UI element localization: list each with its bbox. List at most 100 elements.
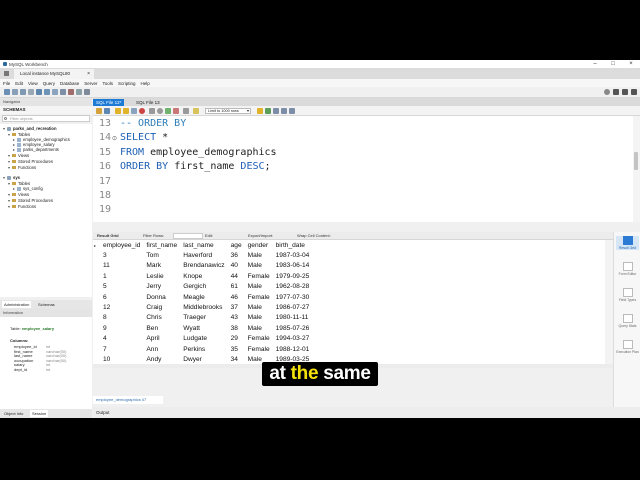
side-panel-item[interactable]: Query Stats [616,314,639,328]
result-grid[interactable]: ▸ employee_id first_name last_name age gende… [93,240,613,364]
table-cell[interactable]: Gergich [180,282,227,292]
tree-item[interactable]: ▸ sys_config [13,186,43,191]
side-panel-item[interactable]: Result Grid [616,236,639,250]
table-cell[interactable]: Leslie [143,271,180,281]
code-line[interactable]: SELECT * [120,132,168,143]
tab-administration[interactable]: Administration [2,301,32,308]
menu-tools[interactable]: Tools [103,81,114,86]
tree-item[interactable]: ▾ parks_and_recreation [3,126,57,131]
close-tab-icon[interactable]: × [87,69,90,79]
table-row[interactable]: 7 Ann Perkins 35 Female 1988-12-01 [100,344,312,354]
find-icon[interactable] [273,108,279,114]
home-icon[interactable] [4,71,9,76]
limit-rows-select[interactable]: Limit to 1000 rows ▾ [205,108,251,114]
search-table-icon[interactable] [76,89,82,95]
tab-schemas[interactable]: Schemas [36,301,57,308]
toggle-output-icon[interactable] [622,89,628,95]
table-cell[interactable]: 1988-12-01 [273,344,313,354]
check-icon[interactable] [265,108,271,114]
commit-icon[interactable] [165,108,171,114]
table-cell[interactable]: 6 [100,292,143,302]
table-cell[interactable]: Middlebrooks [180,302,227,312]
table-cell[interactable]: Female [245,271,273,281]
table-cell[interactable]: 61 [228,282,245,292]
side-panel-item[interactable]: Execution Plan [616,340,639,354]
editor-scroll-thumb[interactable] [634,152,638,170]
table-row[interactable]: 9 Ben Wyatt 38 Male 1985-07-26 [100,323,312,333]
table-cell[interactable]: 1985-07-26 [273,323,313,333]
menu-scripting[interactable]: Scripting [118,81,136,86]
table-cell[interactable]: Female [245,344,273,354]
table-cell[interactable]: Traeger [180,313,227,323]
table-cell[interactable]: Male [245,282,273,292]
code-line[interactable]: -- ORDER BY [120,118,186,129]
wrap-lines-icon[interactable] [289,108,295,114]
table-cell[interactable]: Mark [143,261,180,271]
open-script-icon[interactable] [20,89,26,95]
table-cell[interactable]: Chris [143,313,180,323]
execute-icon[interactable] [115,108,121,114]
table-cell[interactable]: 5 [100,282,143,292]
editor-scrollbar[interactable] [633,116,640,222]
table-cell[interactable]: 29 [228,334,245,344]
sql-editor[interactable]: 13 -- ORDER BY 14 ⊙ SELECT * 15 FROM employee_… [93,116,633,222]
table-cell[interactable]: Female [245,334,273,344]
table-row[interactable]: 11 Mark Brendanawicz 40 Male 1983-06-14 [100,261,312,271]
code-line[interactable]: FROM employee_demographics [120,147,277,158]
create-table-icon[interactable] [44,89,50,95]
minimize-button[interactable]: – [586,60,604,68]
table-cell[interactable]: Ludgate [180,334,227,344]
tab-object-info[interactable]: Object Info [2,410,25,417]
table-cell[interactable]: 37 [228,302,245,312]
menu-server[interactable]: Server [84,81,97,86]
table-cell[interactable]: 1977-07-30 [273,292,313,302]
table-cell[interactable]: 40 [228,261,245,271]
tree-item[interactable]: ▾ Stored Procedures [8,159,53,164]
open-file-icon[interactable] [96,108,102,114]
menu-database[interactable]: Database [60,81,79,86]
table-cell[interactable]: 8 [100,313,143,323]
table-cell[interactable]: 1980-11-11 [273,313,313,323]
table-cell[interactable]: 43 [228,313,245,323]
table-row[interactable]: 12 Craig Middlebrooks 37 Male 1986-07-27 [100,302,312,312]
table-row[interactable]: 3 Tom Haverford 36 Male 1987-03-04 [100,250,312,260]
table-cell[interactable]: 36 [228,250,245,260]
open-sql-icon[interactable] [12,89,18,95]
editor-results-splitter[interactable] [93,222,640,232]
column-header[interactable]: employee_id [100,240,143,250]
create-schema-icon[interactable] [36,89,42,95]
table-cell[interactable]: Male [245,261,273,271]
table-cell[interactable]: 46 [228,292,245,302]
table-cell[interactable]: 35 [228,344,245,354]
table-cell[interactable]: Knope [180,271,227,281]
tab-sql-file-12[interactable]: SQL File 12* [93,99,125,106]
table-cell[interactable]: 4 [100,334,143,344]
column-header[interactable]: birth_date [273,240,313,250]
tree-item[interactable]: ▾ Stored Procedures [8,198,53,203]
toggle-limit-icon[interactable] [183,108,189,114]
toggle-sidebar-icon[interactable] [613,89,619,95]
table-cell[interactable]: Meagle [180,292,227,302]
tab-sql-file-13[interactable]: SQL File 13 [133,99,163,106]
table-cell[interactable]: 1 [100,271,143,281]
connection-tab[interactable]: Local instance MySQL80 × [14,69,94,79]
tree-item[interactable]: ▾ Views [8,192,29,197]
schema-inspector-icon[interactable] [28,89,34,95]
settings-icon[interactable] [604,89,610,95]
table-cell[interactable]: Craig [143,302,180,312]
tree-item[interactable]: ▾ Functions [8,204,36,209]
toggle-error-icon[interactable] [149,108,155,114]
tree-item[interactable]: ▾ Functions [8,165,36,170]
tree-item[interactable]: ▾ Views [8,153,29,158]
table-cell[interactable]: Male [245,302,273,312]
execute-current-icon[interactable] [123,108,129,114]
side-panel-item[interactable]: Field Types [616,288,639,302]
table-cell[interactable]: 3 [100,250,143,260]
create-function-icon[interactable] [68,89,74,95]
column-header[interactable]: gender [245,240,273,250]
table-row[interactable]: 4 April Ludgate 29 Female 1994-03-27 [100,334,312,344]
create-view-icon[interactable] [52,89,58,95]
menu-edit[interactable]: Edit [15,81,23,86]
fold-marker-icon[interactable]: ⊙ [112,135,117,142]
table-cell[interactable]: Haverford [180,250,227,260]
